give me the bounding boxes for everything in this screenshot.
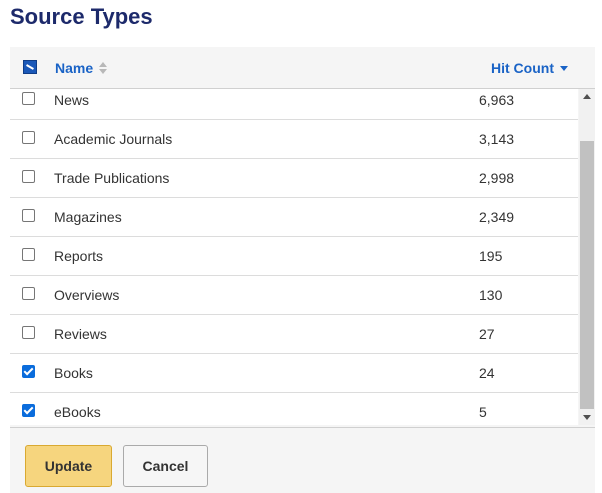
name-column-label: Name xyxy=(55,60,94,76)
source-type-checkbox[interactable] xyxy=(22,365,35,378)
hit-count-value: 195 xyxy=(479,248,503,264)
list-item[interactable]: Books 24 xyxy=(10,354,578,393)
scroll-up-arrow-icon[interactable] xyxy=(583,94,591,99)
hit-count-value: 24 xyxy=(479,365,495,381)
name-column-header[interactable]: Name xyxy=(55,60,108,76)
source-types-panel: Name Hit Count News 6,963 Academic Journal… xyxy=(10,47,595,493)
source-type-checkbox[interactable] xyxy=(22,287,35,300)
hit-count-column-label: Hit Count xyxy=(491,60,554,76)
hit-count-value: 3,143 xyxy=(479,131,515,147)
list-item[interactable]: News 6,963 xyxy=(10,89,578,120)
select-all-checkbox[interactable] xyxy=(23,60,37,74)
scroll-down-arrow-icon[interactable] xyxy=(583,415,591,420)
sort-descending-icon xyxy=(559,66,568,71)
source-type-checkbox[interactable] xyxy=(22,131,35,144)
hit-count-value: 27 xyxy=(479,326,495,342)
list-item[interactable]: Overviews 130 xyxy=(10,276,578,315)
cancel-button[interactable]: Cancel xyxy=(123,445,208,487)
source-type-label: Trade Publications xyxy=(54,170,170,186)
source-type-label: Books xyxy=(54,365,93,381)
source-type-checkbox[interactable] xyxy=(22,170,35,183)
scroll-thumb[interactable] xyxy=(580,141,594,409)
list-item[interactable]: Reviews 27 xyxy=(10,315,578,354)
page-title: Source Types xyxy=(10,4,153,29)
source-type-label: Reports xyxy=(54,248,104,264)
source-type-label: Magazines xyxy=(54,209,122,225)
source-type-label: Overviews xyxy=(54,287,120,303)
source-type-label: News xyxy=(54,92,90,108)
hit-count-column-header[interactable]: Hit Count xyxy=(491,60,568,76)
update-button[interactable]: Update xyxy=(25,445,112,487)
source-type-label: Reviews xyxy=(54,326,107,342)
source-type-checkbox[interactable] xyxy=(22,248,35,261)
source-type-checkbox[interactable] xyxy=(22,404,35,417)
panel-footer: Update Cancel xyxy=(10,427,595,493)
list-item[interactable]: Academic Journals 3,143 xyxy=(10,120,578,159)
list-item[interactable]: Magazines 2,349 xyxy=(10,198,578,237)
source-type-checkbox[interactable] xyxy=(22,209,35,222)
hit-count-value: 5 xyxy=(479,404,487,420)
source-type-label: Academic Journals xyxy=(54,131,173,147)
source-type-checkbox[interactable] xyxy=(22,326,35,339)
list-item[interactable]: Reports 195 xyxy=(10,237,578,276)
hit-count-value: 2,349 xyxy=(479,209,515,225)
list-item[interactable]: eBooks 5 xyxy=(10,393,578,425)
hit-count-value: 130 xyxy=(479,287,503,303)
table-header: Name Hit Count xyxy=(10,47,595,89)
source-type-rows: News 6,963 Academic Journals 3,143 Trade Pub… xyxy=(10,89,578,425)
source-type-list[interactable]: News 6,963 Academic Journals 3,143 Trade Pub… xyxy=(10,89,578,425)
list-item[interactable]: Trade Publications 2,998 xyxy=(10,159,578,198)
source-type-label: eBooks xyxy=(54,404,101,420)
source-type-checkbox[interactable] xyxy=(22,92,35,105)
sort-neutral-icon xyxy=(99,62,108,74)
hit-count-value: 6,963 xyxy=(479,92,515,108)
hit-count-value: 2,998 xyxy=(479,170,515,186)
list-scrollbar[interactable] xyxy=(579,89,595,425)
